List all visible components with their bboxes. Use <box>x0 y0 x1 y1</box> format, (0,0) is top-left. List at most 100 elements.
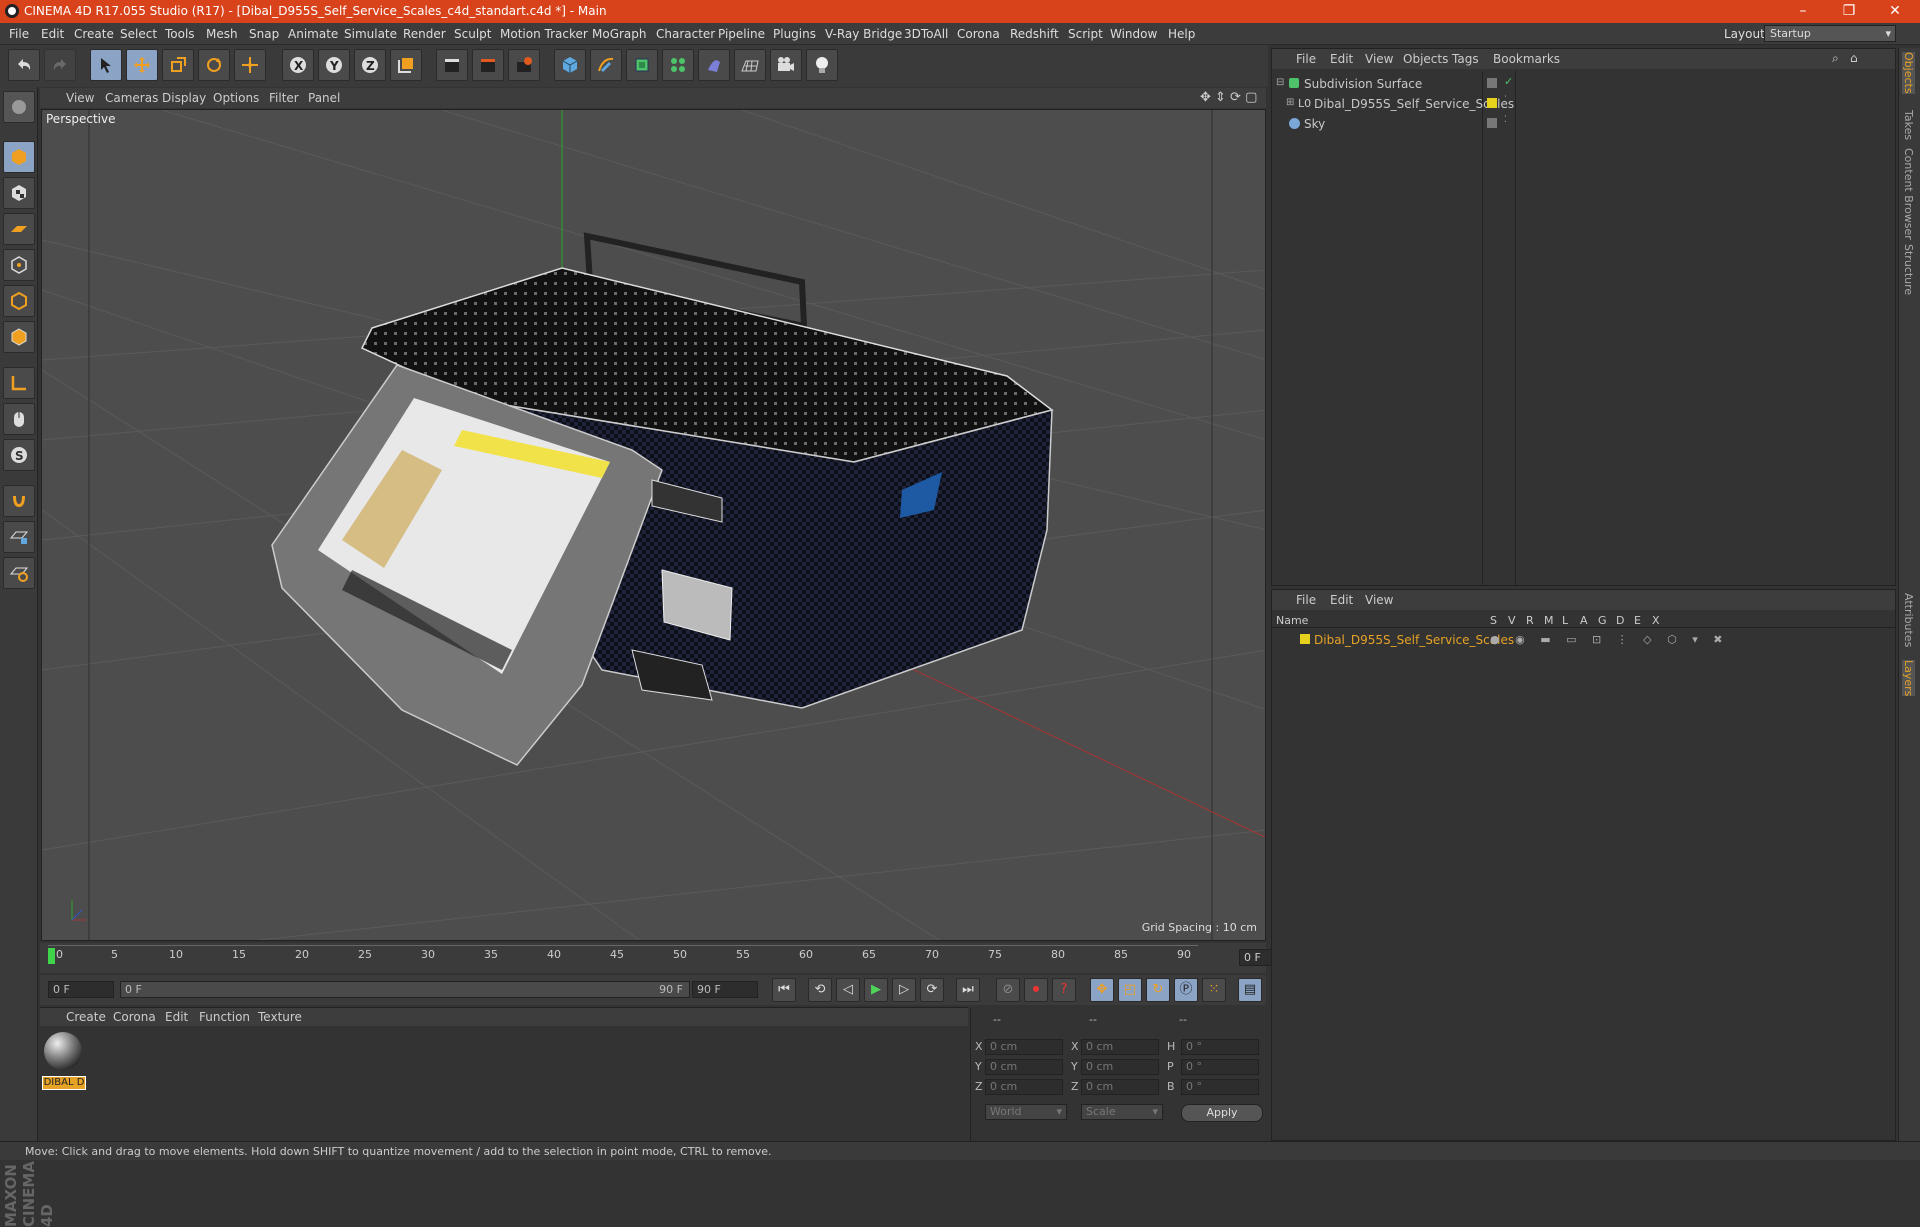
edges-mode-button[interactable] <box>3 285 35 317</box>
perspective-viewport[interactable]: Perspective Grid Spacing : 10 cm <box>41 109 1266 941</box>
key-position-button[interactable]: ✥ <box>1090 978 1114 1002</box>
redo-button[interactable] <box>44 49 76 81</box>
object-menu-view[interactable]: View <box>1365 52 1393 66</box>
viewport-scene[interactable] <box>42 110 1266 941</box>
go-to-start-button[interactable]: ⏮ <box>772 978 796 1002</box>
column-header-manager[interactable]: M <box>1544 614 1554 627</box>
coordinate-system-button[interactable] <box>390 49 422 81</box>
menu-motion-tracker[interactable]: Motion Tracker <box>500 27 588 41</box>
column-header-animation[interactable]: A <box>1580 614 1588 627</box>
tweak-mode-button[interactable] <box>3 403 35 435</box>
axis-mode-button[interactable] <box>3 367 35 399</box>
home-icon[interactable]: ⌂ <box>1850 51 1858 65</box>
timeline-ruler[interactable]: 0 5 10 15 20 25 30 35 40 45 50 55 60 65 … <box>40 943 1301 973</box>
material-preview-icon[interactable] <box>44 1032 82 1070</box>
render-to-picture-viewer-button[interactable] <box>472 49 504 81</box>
object-row-dibal[interactable]: ⊞ L0 Dibal_D955S_Self_Service_Scales ⁚ <box>1272 94 1895 113</box>
scale-tool-button[interactable] <box>162 49 194 81</box>
size-x-field[interactable]: 0 cm <box>1081 1039 1159 1055</box>
maximize-button[interactable]: ❐ <box>1826 0 1872 23</box>
position-x-field[interactable]: 0 cm <box>985 1039 1063 1055</box>
playhead-marker[interactable] <box>48 948 55 964</box>
material-name-label[interactable]: DIBAL D <box>42 1076 86 1090</box>
layer-menu-file[interactable]: File <box>1296 593 1316 607</box>
layer-swatch[interactable] <box>1487 98 1497 108</box>
key-pla-button[interactable]: ⁙ <box>1202 978 1226 1002</box>
coordinate-space-select[interactable]: World ▾ <box>985 1104 1067 1120</box>
size-z-field[interactable]: 0 cm <box>1081 1079 1159 1095</box>
key-rotation-button[interactable]: ↻ <box>1146 978 1170 1002</box>
layer-toggle-icons[interactable]: ● ◉ ▬ ▭ ⊡ ⋮ ◇ ⬡ ▾ ✖ <box>1490 633 1728 646</box>
object-menu-edit[interactable]: Edit <box>1330 52 1353 66</box>
object-name[interactable]: Subdivision Surface <box>1304 77 1422 91</box>
menu-mesh[interactable]: Mesh <box>206 27 238 41</box>
light-button[interactable] <box>806 49 838 81</box>
menu-plugins[interactable]: Plugins <box>773 27 816 41</box>
deformer-button[interactable] <box>698 49 730 81</box>
subdivision-surface-button[interactable] <box>626 49 658 81</box>
menu-tools[interactable]: Tools <box>165 27 195 41</box>
tab-takes[interactable]: Takes <box>1902 110 1915 140</box>
menu-pipeline[interactable]: Pipeline <box>718 27 765 41</box>
record-keys-button[interactable]: ⊘ <box>996 978 1020 1002</box>
size-mode-select[interactable]: Scale ▾ <box>1081 1104 1163 1120</box>
position-z-field[interactable]: 0 cm <box>985 1079 1063 1095</box>
next-key-button[interactable]: ⟳ <box>920 978 944 1002</box>
column-header-expressions[interactable]: E <box>1634 614 1641 627</box>
object-row-subdivision[interactable]: ⊟ Subdivision Surface ✓ <box>1272 74 1895 93</box>
spline-pen-button[interactable] <box>590 49 622 81</box>
rotate-tool-button[interactable] <box>198 49 230 81</box>
points-mode-button[interactable] <box>3 249 35 281</box>
menu-animate[interactable]: Animate <box>288 27 338 41</box>
object-row-sky[interactable]: Sky ⁚ <box>1272 114 1895 133</box>
menu-help[interactable]: Help <box>1168 27 1195 41</box>
column-header-generators[interactable]: G <box>1598 614 1607 627</box>
workplane-align-button[interactable] <box>3 557 35 589</box>
close-button[interactable]: ✕ <box>1872 0 1918 23</box>
material-menu-texture[interactable]: Texture <box>258 1010 302 1024</box>
menu-redshift[interactable]: Redshift <box>1010 27 1059 41</box>
layer-color-swatch[interactable] <box>1300 634 1310 644</box>
play-button[interactable]: ▶ <box>864 978 888 1002</box>
start-frame-field[interactable]: 0 F <box>48 981 114 998</box>
x-axis-lock-button[interactable]: X <box>282 49 314 81</box>
scale-model[interactable] <box>271 232 1054 766</box>
menu-select[interactable]: Select <box>120 27 157 41</box>
material-menu-corona[interactable]: Corona <box>113 1010 156 1024</box>
menu-vray-bridge[interactable]: V-Ray Bridge <box>825 27 902 41</box>
timeline-window-button[interactable]: ▤ <box>1238 978 1262 1002</box>
model-mode-button[interactable] <box>3 141 35 173</box>
menu-mograph[interactable]: MoGraph <box>592 27 647 41</box>
column-header-deformers[interactable]: D <box>1616 614 1624 627</box>
autokey-button[interactable]: ⏺ <box>1024 978 1048 1002</box>
object-menu-objects[interactable]: Objects <box>1403 52 1448 66</box>
object-name[interactable]: Sky <box>1304 117 1325 131</box>
object-menu-tags[interactable]: Tags <box>1452 52 1479 66</box>
object-menu-bookmarks[interactable]: Bookmarks <box>1493 52 1560 66</box>
cloner-button[interactable] <box>662 49 694 81</box>
viewport-menu-view[interactable]: View <box>66 91 94 105</box>
render-view-button[interactable] <box>436 49 468 81</box>
end-frame-field[interactable]: 90 F <box>692 981 758 998</box>
rotation-b-field[interactable]: 0 ° <box>1181 1079 1259 1095</box>
menu-create[interactable]: Create <box>74 27 114 41</box>
viewport-menu-filter[interactable]: Filter <box>269 91 299 105</box>
material-menu-edit[interactable]: Edit <box>165 1010 188 1024</box>
material-menu-create[interactable]: Create <box>66 1010 106 1024</box>
column-header-xrefs[interactable]: X <box>1652 614 1660 627</box>
viewport-camera-label[interactable]: Perspective <box>46 112 116 126</box>
column-header-name[interactable]: Name <box>1276 614 1308 627</box>
search-icon[interactable]: ⌕ <box>1832 51 1839 66</box>
material-menu-function[interactable]: Function <box>199 1010 250 1024</box>
viewport-menu-display[interactable]: Display <box>162 91 206 105</box>
floor-button[interactable] <box>734 49 766 81</box>
key-scale-button[interactable]: ◰ <box>1118 978 1142 1002</box>
menu-corona[interactable]: Corona <box>957 27 1000 41</box>
tab-structure[interactable]: Structure <box>1902 244 1915 295</box>
polygons-mode-button[interactable] <box>3 321 35 353</box>
tab-objects[interactable]: Objects <box>1902 52 1915 94</box>
live-selection-button[interactable] <box>90 49 122 81</box>
menu-3dtoall[interactable]: 3DToAll <box>904 27 948 41</box>
minimize-button[interactable]: – <box>1780 0 1826 23</box>
menu-script[interactable]: Script <box>1068 27 1103 41</box>
